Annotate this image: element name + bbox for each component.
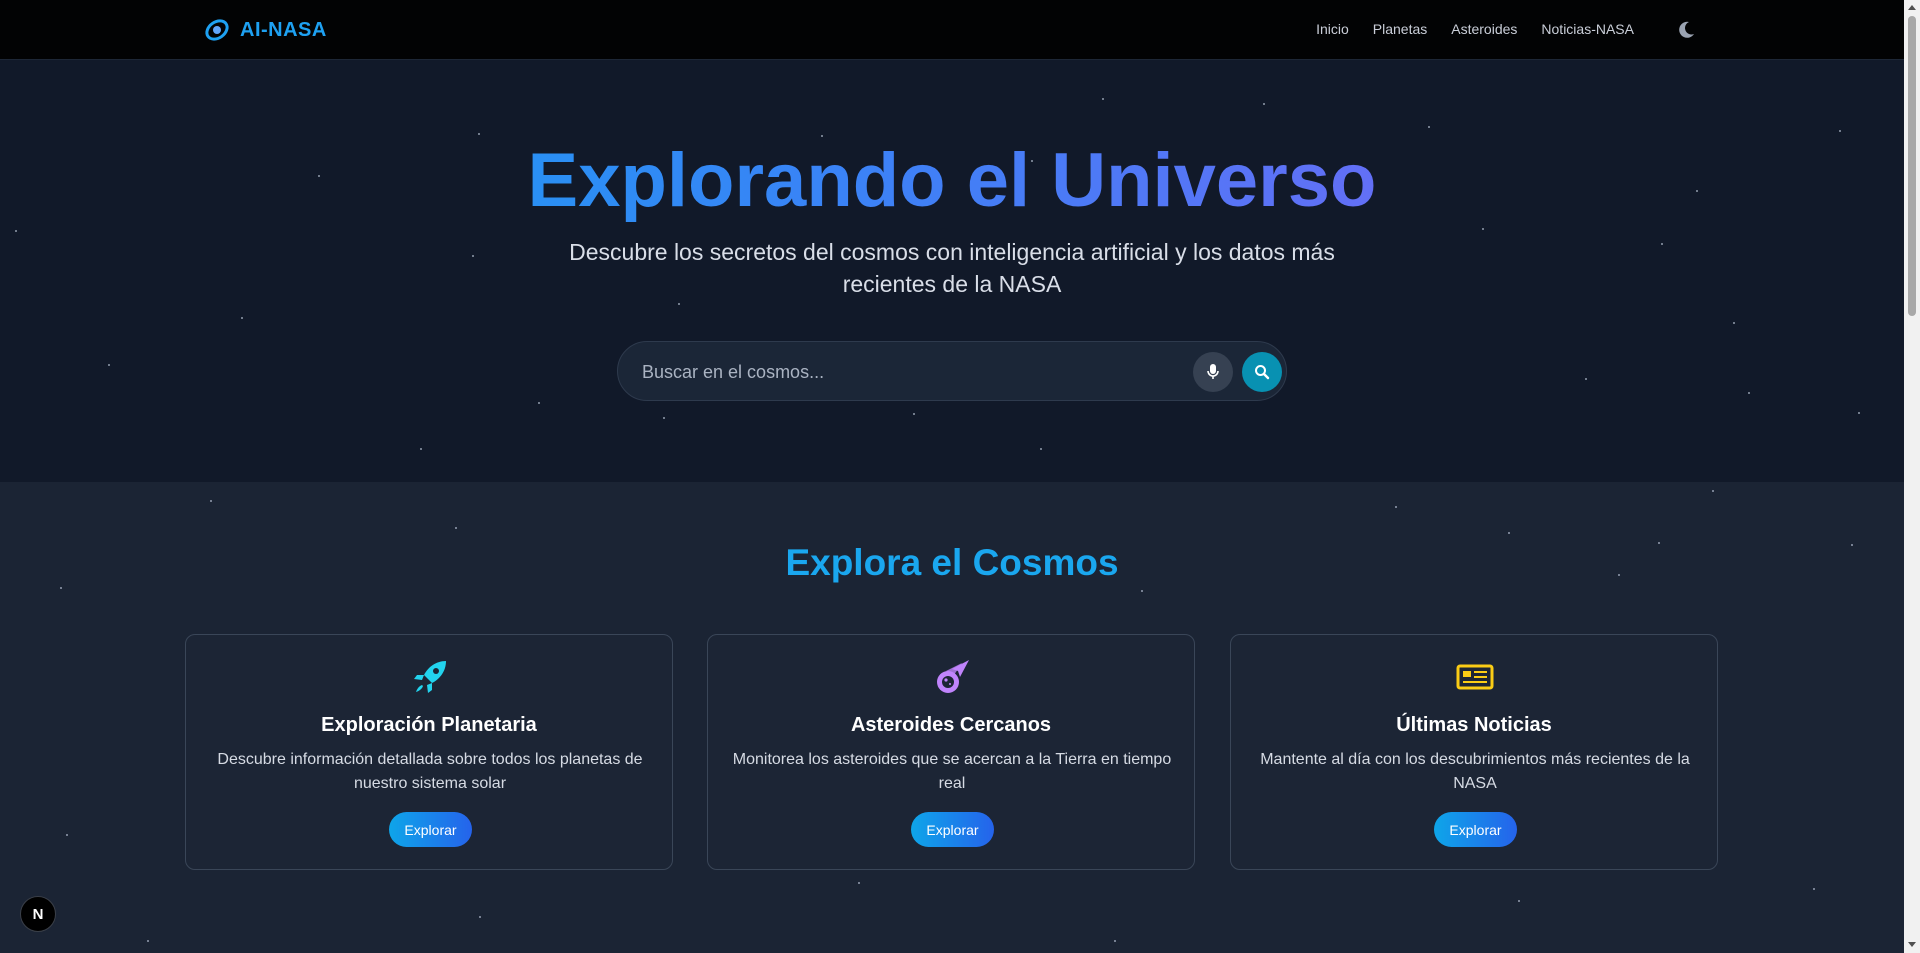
explore-planets-button[interactable]: Explorar <box>389 812 472 847</box>
card-title: Exploración Planetaria <box>321 714 537 736</box>
card-description: Descubre información detallada sobre tod… <box>217 751 643 792</box>
card-planetary-exploration: Exploración Planetaria Descubre informac… <box>185 634 673 870</box>
nav-link-noticias-nasa[interactable]: Noticias-NASA <box>1541 21 1634 37</box>
scroll-up-arrow-icon[interactable] <box>1908 5 1916 10</box>
microphone-icon <box>1207 364 1219 379</box>
nav-link-planetas[interactable]: Planetas <box>1373 21 1427 37</box>
galaxy-logo-icon <box>205 19 229 41</box>
card-near-asteroids: Asteroides Cercanos Monitorea los astero… <box>707 634 1195 870</box>
nav-link-inicio[interactable]: Inicio <box>1316 21 1349 37</box>
hero-title: Explorando el Universo <box>0 135 1904 226</box>
brand-name: AI-NASA <box>240 18 327 41</box>
card-title: Asteroides Cercanos <box>850 714 1052 736</box>
main-nav: Inicio Planetas Asteroides Noticias-NASA <box>1316 21 1634 37</box>
moon-icon[interactable] <box>1675 19 1697 41</box>
nextjs-dev-badge[interactable]: N <box>20 896 56 932</box>
rocket-icon <box>414 661 446 693</box>
explore-news-button[interactable]: Explorar <box>1434 812 1517 847</box>
search-bar <box>617 341 1287 402</box>
card-description: Monitorea los asteroides que se acercan … <box>732 751 1172 792</box>
search-icon <box>1255 365 1270 380</box>
scroll-down-arrow-icon[interactable] <box>1908 942 1916 947</box>
card-latest-news: Últimas Noticias Mantente al día con los… <box>1230 634 1718 870</box>
nav-link-asteroides[interactable]: Asteroides <box>1451 21 1517 37</box>
explore-asteroids-button[interactable]: Explorar <box>911 812 994 847</box>
brand-link[interactable]: AI-NASA <box>204 17 327 43</box>
hero-section: Explorando el Universo Descubre los secr… <box>0 60 1904 482</box>
page-scrollbar[interactable] <box>1904 0 1920 953</box>
top-navbar: AI-NASA Inicio Planetas Asteroides Notic… <box>0 0 1904 60</box>
newspaper-icon <box>1456 664 1494 690</box>
explore-section: Explora el Cosmos Exploración Planetaria… <box>0 482 1904 953</box>
scroll-thumb[interactable] <box>1908 16 1916 316</box>
section-title: Explora el Cosmos <box>785 542 1119 583</box>
voice-search-button[interactable] <box>1193 352 1233 392</box>
card-description: Mantente al día con los descubrimientos … <box>1260 751 1690 792</box>
meteor-icon <box>937 660 969 693</box>
search-input[interactable] <box>640 342 1144 402</box>
hero-subtitle: Descubre los secretos del cosmos con int… <box>569 239 1335 297</box>
card-title: Últimas Noticias <box>1396 714 1552 736</box>
search-button[interactable] <box>1242 352 1282 392</box>
